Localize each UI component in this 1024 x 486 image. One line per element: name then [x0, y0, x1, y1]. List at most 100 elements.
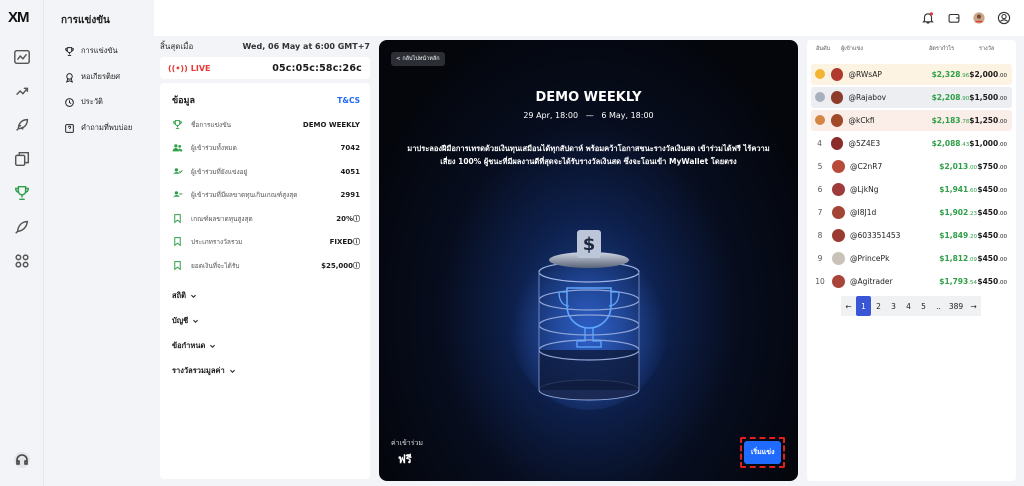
leaderboard: อันดับ ผู้เข้าแข่ง อัตรากำไร รางวัล @RWs… — [807, 40, 1016, 481]
info-value: 2991 — [340, 191, 360, 200]
avatar — [832, 206, 845, 219]
tcs-link[interactable]: T&CS — [337, 96, 360, 105]
info-value: 20%ⓘ — [336, 214, 360, 223]
pnl-value: $2,208.90 — [917, 93, 970, 102]
trophy-icon[interactable] — [13, 184, 31, 202]
pnl-value: $2,328.96 — [917, 70, 970, 79]
rocket-icon[interactable] — [13, 116, 31, 134]
info-row: ประเภทรางวัลรวม FIXEDⓘ — [172, 231, 360, 255]
back-button[interactable]: < กลับไปหน้าหลัก — [391, 52, 445, 66]
leaderboard-row[interactable]: 9 @PrincePk $1,812.09 $450.00 — [811, 248, 1012, 269]
prize-value: $1,250.00 — [969, 116, 1012, 125]
headset-icon[interactable] — [12, 450, 32, 470]
sidebar-item-label: ประวัติ — [81, 97, 103, 106]
leaderboard-row[interactable]: 10 @Agitrader $1,793.54 $450.00 — [811, 271, 1012, 292]
prize-main: $450 — [977, 277, 999, 286]
prize-value: $1,000.00 — [969, 139, 1012, 148]
competition-hero: < กลับไปหน้าหลัก DEMO WEEKLY 29 Apr, 18:… — [379, 40, 798, 481]
rank-number: 8 — [817, 231, 823, 240]
prize-cents: .00 — [998, 188, 1007, 194]
collapsible-stats[interactable]: สถิติ — [172, 284, 360, 309]
pnl-cents: .23 — [968, 211, 977, 217]
top-bar — [154, 0, 1024, 36]
hero-description: มาประลองฝีมือการเทรดด้วยเงินทุนเสมือนได้… — [407, 144, 770, 166]
leaderboard-row[interactable]: @Rajabov $2,208.90 $1,500.00 — [811, 87, 1012, 108]
icon-rail: XM — [0, 0, 44, 486]
page-2[interactable]: 2 — [871, 296, 886, 316]
ends-row: สิ้นสุดเมื่อ Wed, 06 May at 6:00 GMT+7 — [160, 38, 370, 54]
info-label: ผู้เข้าร่วมทั้งหมด — [191, 144, 237, 153]
trophy-icon — [65, 46, 74, 56]
prize-value: $450.00 — [977, 277, 1012, 286]
avatar — [831, 114, 844, 127]
header-rank: อันดับ — [816, 46, 831, 52]
sidebar-item-hall-of-fame[interactable]: หอเกียรติยศ — [64, 69, 120, 85]
pnl-cents: .43 — [960, 142, 970, 148]
copy-icon[interactable] — [13, 150, 31, 168]
collapsible-account[interactable]: บัญชี — [172, 309, 360, 334]
info-label: ยอดเงินที่จะได้รับ — [191, 261, 240, 270]
leaderboard-row[interactable]: @RWsAP $2,328.96 $2,000.00 — [811, 64, 1012, 85]
info-label: เกณฑ์ผลขาดทุนสูงสุด — [191, 214, 253, 223]
bookmark-icon — [172, 213, 184, 225]
bronze-medal-icon — [814, 114, 825, 125]
pnl-main: $2,088 — [931, 139, 961, 148]
prize-cents: .00 — [998, 165, 1007, 171]
launch-icon[interactable] — [13, 218, 31, 236]
chart-icon[interactable] — [13, 48, 31, 66]
prize-main: $1,500 — [969, 93, 999, 102]
bell-icon[interactable] — [921, 10, 935, 24]
chevron-down-icon — [193, 319, 199, 323]
prize-main: $450 — [977, 231, 999, 240]
leaderboard-row[interactable]: 8 @603351453 $1,849.20 $450.00 — [811, 225, 1012, 246]
pnl-value: $1,902.23 — [922, 208, 977, 217]
next-page-button[interactable]: → — [966, 296, 981, 316]
user-icon[interactable] — [997, 10, 1011, 25]
collapsible-prize-pool[interactable]: รางวัลรวมมูลค่า — [172, 359, 360, 384]
pnl-main: $1,902 — [939, 208, 969, 217]
prize-main: $1,000 — [969, 139, 999, 148]
prize-main: $450 — [977, 208, 999, 217]
rank-number: 6 — [817, 185, 823, 194]
avatar — [832, 252, 845, 265]
header-user: ผู้เข้าแข่ง — [841, 46, 863, 52]
leaderboard-row[interactable]: @kCkfi $2,183.78 $1,250.00 — [811, 110, 1012, 131]
sidebar-item-faq[interactable]: คำถามที่พบบ่อย — [64, 120, 132, 136]
sidebar-item-history[interactable]: ประวัติ — [64, 94, 103, 110]
page-5[interactable]: 5 — [916, 296, 931, 316]
username: @LjkNg — [850, 185, 879, 194]
pnl-cents: .60 — [968, 188, 977, 194]
start-competition-button[interactable]: เริ่มแข่ง — [744, 441, 782, 464]
prize-cents: .00 — [998, 211, 1007, 217]
leaderboard-row[interactable]: 5 @C2nR7 $2,013.00 $750.00 — [811, 156, 1012, 177]
info-row: ยอดเงินที่จะได้รับ $25,000ⓘ — [172, 254, 360, 278]
username: @5Z4E3 — [848, 139, 881, 148]
wallet-icon[interactable] — [947, 10, 961, 24]
info-row: ผู้เข้าร่วมทั้งหมด 7042 — [172, 137, 360, 161]
prev-page-button[interactable]: ← — [841, 296, 856, 316]
sidebar-item-competitions[interactable]: การแข่งขัน — [64, 43, 118, 59]
page-last[interactable]: 389 — [946, 296, 966, 316]
prize-main: $1,250 — [969, 116, 999, 125]
leaderboard-row[interactable]: 4 @5Z4E3 $2,088.43 $1,000.00 — [811, 133, 1012, 154]
page-3[interactable]: 3 — [886, 296, 901, 316]
leaderboard-row[interactable]: 7 @I8J1d $1,902.23 $450.00 — [811, 202, 1012, 223]
avatar — [831, 68, 844, 81]
collapsible-terms[interactable]: ข้อกำหนด — [172, 334, 360, 359]
chevron-down-icon — [229, 369, 235, 373]
ends-label: สิ้นสุดเมื่อ — [160, 41, 194, 51]
swap-icon[interactable] — [13, 82, 31, 100]
xm-logo[interactable]: XM — [8, 9, 29, 26]
page-1[interactable]: 1 — [856, 296, 871, 316]
info-label: ผู้เข้าร่วมที่ยังแข่งอยู่ — [191, 167, 248, 176]
prize-value: $2,000.00 — [969, 70, 1012, 79]
avatar[interactable] — [972, 10, 986, 24]
leaderboard-row[interactable]: 6 @LjkNg $1,941.60 $450.00 — [811, 179, 1012, 200]
live-signal-icon: ((•)) — [168, 63, 188, 73]
medal-icon — [811, 91, 828, 104]
info-value: 4051 — [340, 167, 360, 176]
apps-icon[interactable] — [13, 252, 31, 270]
prize-value: $450.00 — [977, 231, 1012, 240]
page-4[interactable]: 4 — [901, 296, 916, 316]
countdown-timer: 05c:05c:58c:26c — [272, 62, 362, 74]
